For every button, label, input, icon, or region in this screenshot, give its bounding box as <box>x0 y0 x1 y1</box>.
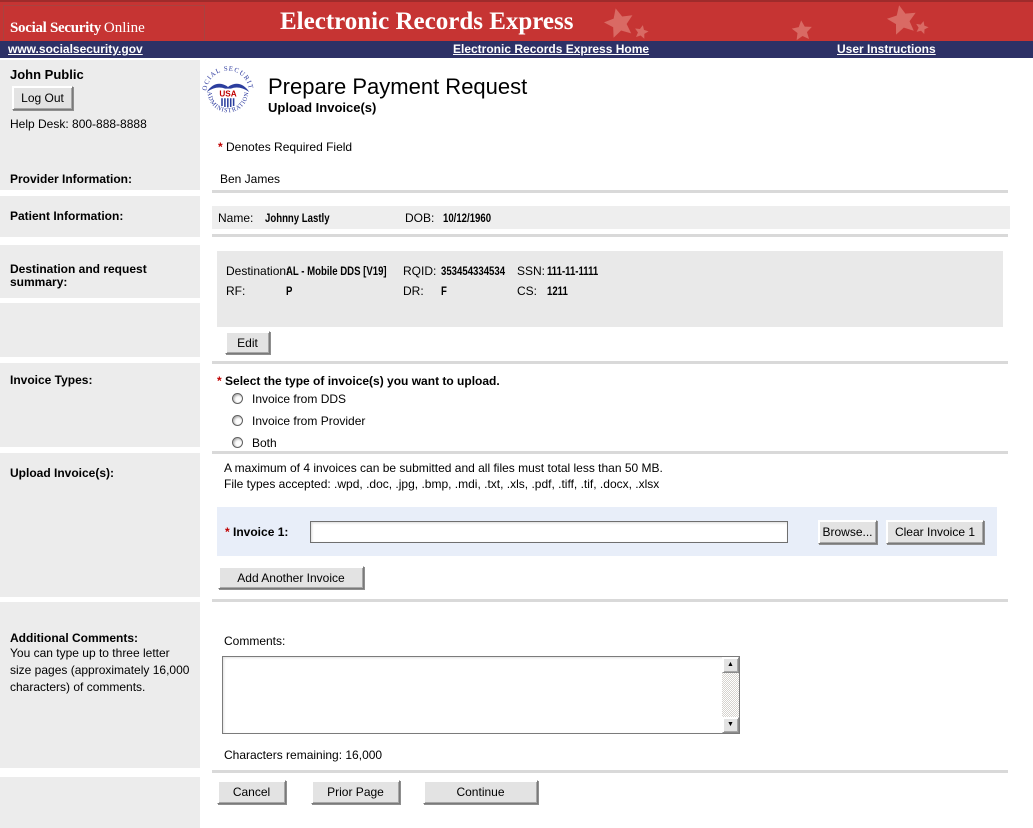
cs-label: CS: <box>517 284 537 298</box>
browse-button[interactable]: Browse... <box>818 520 877 544</box>
invoice-1-label: * Invoice 1: <box>225 525 288 539</box>
invoice-types-prompt: * Select the type of invoice(s) you want… <box>217 374 500 388</box>
svg-text:USA: USA <box>219 89 236 98</box>
destination-label: Destination: <box>226 264 289 278</box>
comments-textarea[interactable] <box>223 657 722 733</box>
comments-scrollbar[interactable]: ▲ ▼ <box>722 657 739 733</box>
brand-box: Social Security Online <box>3 5 205 41</box>
patient-name-label: Name: <box>218 211 253 225</box>
sidebar-item-provider-information: Provider Information: <box>0 172 132 186</box>
patient-name-value: Johnny Lastly <box>265 211 330 225</box>
dr-value: F <box>441 284 447 298</box>
star-icon <box>633 23 651 41</box>
brand-wordmark: Social Security Online <box>10 20 145 37</box>
cancel-button[interactable]: Cancel <box>217 780 286 804</box>
required-asterisk: * <box>218 140 223 154</box>
sidebar-spacer-section <box>0 303 200 357</box>
radio-label-both: Both <box>252 436 277 450</box>
rqid-value: 353454334534 <box>441 264 505 278</box>
ssn-label: SSN: <box>517 264 545 278</box>
sidebar-item-upload-invoices: Upload Invoice(s): <box>0 453 200 480</box>
logout-button[interactable]: Log Out <box>12 86 73 110</box>
required-asterisk: * <box>225 525 230 539</box>
sidebar-user-section: John Public Log Out Help Desk: 800-888-8… <box>0 60 200 190</box>
sidebar-item-destination-summary: Destination and request summary: <box>0 245 185 289</box>
upload-instructions-line2: File types accepted: .wpd, .doc, .jpg, .… <box>224 477 659 491</box>
banner-title: Electronic Records Express <box>280 8 573 36</box>
comments-label: Comments: <box>224 634 285 648</box>
divider <box>212 451 1008 454</box>
sidebar-patient-section: Patient Information: <box>0 196 200 237</box>
sidebar-destination-section: Destination and request summary: <box>0 245 200 298</box>
required-asterisk: * <box>217 374 222 388</box>
star-icon <box>913 18 930 35</box>
rqid-label: RQID: <box>403 264 436 278</box>
nav-link-user-instructions[interactable]: User Instructions <box>837 42 936 56</box>
top-banner: Social Security Online Electronic Record… <box>0 0 1033 41</box>
sidebar-comments-section: Additional Comments: You can type up to … <box>0 602 200 768</box>
upload-instructions-line1: A maximum of 4 invoices can be submitted… <box>224 461 663 475</box>
brand-bold: Social Security <box>10 20 101 36</box>
cs-value: 1211 <box>547 284 568 298</box>
sidebar-upload-section: Upload Invoice(s): <box>0 453 200 597</box>
nav-link-ere-home[interactable]: Electronic Records Express Home <box>453 42 649 56</box>
provider-name: Ben James <box>220 172 280 186</box>
destination-summary-box: Destination: AL - Mobile DDS [V19] RQID:… <box>217 251 1003 327</box>
invoice-1-row: * Invoice 1: Browse... Clear Invoice 1 <box>217 507 997 556</box>
add-another-invoice-button[interactable]: Add Another Invoice <box>218 566 364 589</box>
patient-dob-label: DOB: <box>405 211 434 225</box>
characters-remaining-text: Characters remaining: 16,000 <box>224 748 382 762</box>
clear-invoice-1-button[interactable]: Clear Invoice 1 <box>886 520 984 544</box>
sidebar-comments-note: You can type up to three letter size pag… <box>0 645 190 696</box>
user-name: John Public <box>10 67 84 82</box>
nav-link-socialsecurity-gov[interactable]: www.socialsecurity.gov <box>8 42 143 56</box>
sidebar-footer-section <box>0 777 200 828</box>
page-subtitle: Upload Invoice(s) <box>268 100 376 115</box>
star-icon <box>790 18 814 42</box>
radio-label-invoice-from-provider: Invoice from Provider <box>252 414 365 428</box>
continue-button[interactable]: Continue <box>423 780 538 804</box>
radio-invoice-from-dds[interactable] <box>232 393 243 404</box>
radio-both[interactable] <box>232 437 243 448</box>
divider <box>212 361 1008 364</box>
invoice-1-file-input[interactable] <box>310 521 788 543</box>
sidebar-invoice-types-section: Invoice Types: <box>0 363 200 447</box>
rf-value: P <box>286 284 292 298</box>
radio-invoice-from-provider[interactable] <box>232 415 243 426</box>
edit-button[interactable]: Edit <box>225 331 270 354</box>
brand-regular: Online <box>104 20 145 36</box>
patient-info-row: Name: Johnny Lastly DOB: 10/12/1960 <box>212 206 1010 229</box>
ssn-value: 111-11-1111 <box>547 264 598 278</box>
prior-page-button[interactable]: Prior Page <box>311 780 400 804</box>
page-title: Prepare Payment Request <box>268 74 527 100</box>
divider <box>212 190 1008 193</box>
comments-textarea-wrap: ▲ ▼ <box>222 656 740 734</box>
radio-label-invoice-from-dds: Invoice from DDS <box>252 392 346 406</box>
ssa-seal-logo: SOCIAL SECURITY ADMINISTRATION USA <box>199 62 257 120</box>
sidebar-item-invoice-types: Invoice Types: <box>0 363 200 387</box>
patient-dob-value: 10/12/1960 <box>443 211 491 225</box>
divider <box>212 234 1008 237</box>
nav-bar: www.socialsecurity.gov Electronic Record… <box>0 41 1033 58</box>
page: Social Security Online Electronic Record… <box>0 0 1033 828</box>
rf-label: RF: <box>226 284 245 298</box>
divider <box>212 770 1008 773</box>
dr-label: DR: <box>403 284 424 298</box>
sidebar-item-additional-comments: Additional Comments: <box>0 602 200 645</box>
divider <box>212 599 1008 602</box>
destination-value: AL - Mobile DDS [V19] <box>286 264 387 278</box>
sidebar-item-patient-information: Patient Information: <box>0 196 200 223</box>
scrollbar-down-icon[interactable]: ▼ <box>722 717 739 733</box>
required-field-note: * Denotes Required Field <box>218 140 352 154</box>
scrollbar-up-icon[interactable]: ▲ <box>722 657 739 673</box>
help-desk-text: Help Desk: 800-888-8888 <box>10 117 147 131</box>
